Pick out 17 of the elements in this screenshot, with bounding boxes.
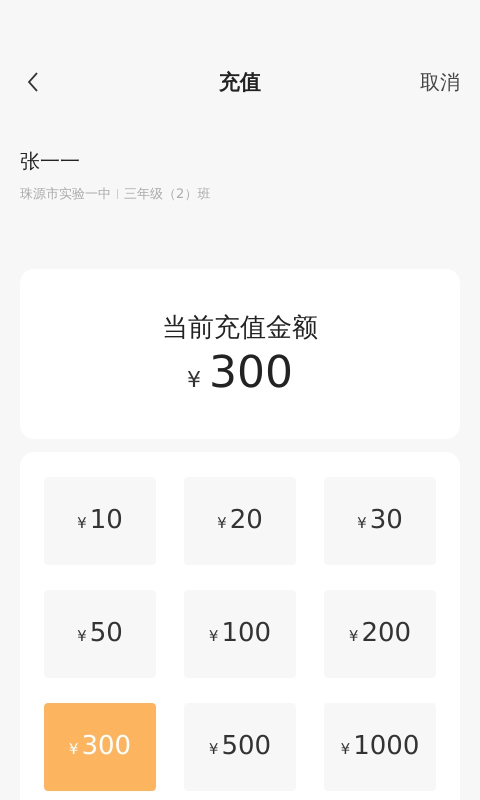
currency-symbol: ¥ <box>187 368 201 393</box>
amount-option[interactable]: ¥10 <box>44 477 156 565</box>
back-icon[interactable] <box>26 71 40 93</box>
amount-option[interactable]: ¥200 <box>324 590 436 678</box>
amount-option[interactable]: ¥50 <box>44 590 156 678</box>
class-name: 三年级（2）班 <box>124 186 210 203</box>
amount-option[interactable]: ¥20 <box>184 477 296 565</box>
cancel-button[interactable]: 取消 <box>420 69 460 96</box>
amount-option[interactable]: ¥30 <box>324 477 436 565</box>
page-title: 充值 <box>219 69 261 96</box>
amount-value: 300 <box>209 347 293 398</box>
amount-option[interactable]: ¥1000 <box>324 703 436 791</box>
student-name: 张一一 <box>20 148 81 175</box>
school-name: 珠源市实验一中 <box>20 186 111 203</box>
amount-option[interactable]: ¥100 <box>184 590 296 678</box>
amount-label: 当前充值金额 <box>162 312 318 345</box>
amount-option[interactable]: ¥500 <box>184 703 296 791</box>
